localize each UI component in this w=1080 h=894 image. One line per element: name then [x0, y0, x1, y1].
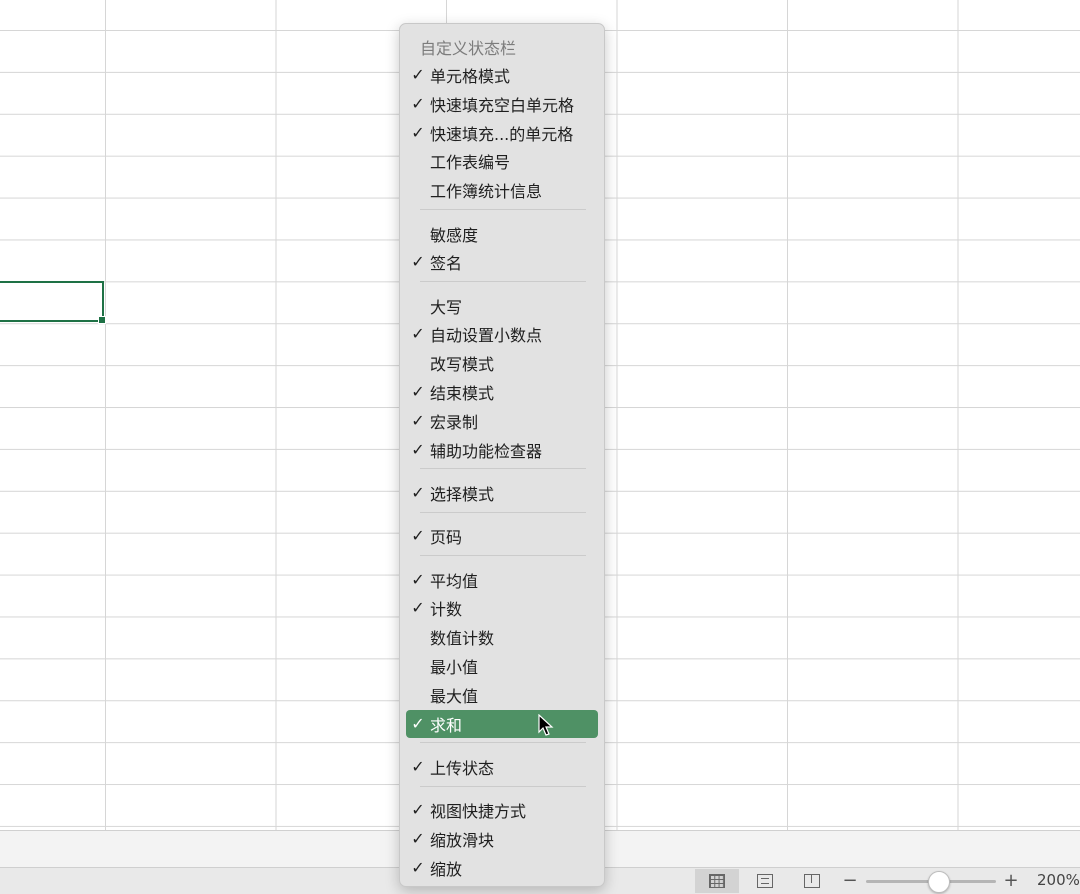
- menu-title: 自定义状态栏: [420, 39, 517, 58]
- menu-item[interactable]: 最大值: [406, 681, 598, 709]
- checkmark-icon: ✓: [411, 93, 425, 113]
- zoom-out-button[interactable]: −: [842, 870, 858, 892]
- mouse-pointer-icon: [538, 714, 554, 736]
- menu-item[interactable]: ✓ 签名: [406, 248, 598, 276]
- checkmark-icon: ✓: [411, 252, 425, 272]
- menu-item-label: 快速填充...的单元格: [430, 124, 574, 144]
- menu-item-label: 缩放: [430, 859, 463, 879]
- menu-item[interactable]: ✓ 计数: [406, 594, 598, 622]
- menu-item[interactable]: ✓ 快速填充空白单元格: [406, 90, 598, 118]
- grid-icon: [709, 874, 725, 888]
- menu-separator: [420, 742, 586, 744]
- menu-item-label: 宏录制: [430, 412, 479, 432]
- normal-view-button[interactable]: [695, 869, 739, 893]
- checkmark-icon: ✓: [411, 828, 425, 848]
- menu-item[interactable]: ✓ 选择模式: [406, 479, 598, 507]
- menu-item[interactable]: ✓ 缩放: [406, 854, 598, 882]
- menu-item-label: 结束模式: [430, 384, 495, 403]
- checkmark-icon: ✓: [411, 122, 425, 142]
- menu-item[interactable]: ✓ 宏录制: [406, 407, 598, 435]
- checkmark-icon: ✓: [411, 800, 425, 820]
- menu-item[interactable]: ✓ 缩放滑块: [406, 825, 598, 853]
- selected-cell[interactable]: [0, 281, 106, 324]
- menu-item-label: 求和: [430, 715, 463, 735]
- customize-status-bar-menu: 自定义状态栏 ✓ 单元格模式 ✓ 快速填充空白单元格 ✓ 快速填充...的单元格 工作表编号…: [399, 23, 605, 887]
- menu-item-label: 工作表编号: [430, 153, 511, 173]
- page-break-icon: [804, 874, 820, 888]
- menu-item-label: 页码: [430, 528, 463, 548]
- menu-item-label: 辅助功能检查器: [430, 441, 543, 461]
- menu-item[interactable]: ✓ 平均值: [406, 566, 598, 594]
- menu-item[interactable]: ✓ 单元格模式: [406, 61, 598, 89]
- checkmark-icon: ✓: [411, 410, 425, 430]
- menu-item[interactable]: 数值计数: [406, 623, 598, 651]
- checkmark-icon: ✓: [411, 65, 425, 84]
- zoom-level[interactable]: 200%: [1037, 871, 1080, 889]
- menu-item[interactable]: 工作簿统计信息: [406, 176, 598, 204]
- menu-item[interactable]: ✓ 辅助功能检查器: [406, 436, 598, 464]
- menu-separator: [420, 468, 586, 470]
- menu-item-label: 快速填充空白单元格: [430, 95, 575, 115]
- checkmark-icon: ✓: [411, 713, 425, 733]
- checkmark-icon: ✓: [411, 439, 425, 459]
- menu-item-label: 视图快捷方式: [430, 802, 527, 822]
- checkmark-icon: ✓: [411, 382, 425, 401]
- menu-separator: [420, 555, 586, 556]
- menu-item-label: 签名: [430, 254, 463, 274]
- menu-separator: [420, 281, 586, 283]
- page-layout-view-button[interactable]: [743, 869, 787, 893]
- menu-item[interactable]: 大写: [406, 292, 598, 320]
- menu-item-label: 数值计数: [430, 629, 495, 649]
- checkmark-icon: ✓: [411, 598, 425, 618]
- menu-item[interactable]: ✓ 快速填充...的单元格: [406, 119, 598, 147]
- menu-item-label: 改写模式: [430, 355, 495, 375]
- menu-item-label: 平均值: [430, 571, 479, 591]
- menu-item-label: 最大值: [430, 686, 479, 706]
- menu-separator: [420, 511, 586, 513]
- page-layout-icon: [757, 874, 773, 888]
- zoom-in-button[interactable]: +: [1003, 870, 1019, 892]
- menu-item-label: 工作簿统计信息: [430, 182, 543, 202]
- menu-item-label: 大写: [430, 297, 463, 317]
- menu-item-label: 单元格模式: [430, 67, 511, 86]
- checkmark-icon: ✓: [411, 857, 425, 877]
- menu-item[interactable]: ✓ 页码: [406, 522, 598, 550]
- checkmark-icon: ✓: [411, 756, 425, 776]
- menu-separator: [420, 209, 586, 210]
- menu-item-label: 自动设置小数点: [430, 326, 543, 346]
- menu-item-label: 计数: [430, 600, 463, 620]
- fill-handle[interactable]: [98, 316, 106, 324]
- menu-item-label: 上传状态: [430, 758, 495, 778]
- checkmark-icon: ✓: [411, 526, 425, 546]
- menu-item-label: 缩放滑块: [430, 830, 495, 850]
- menu-item[interactable]: ✓ 上传状态: [406, 753, 598, 781]
- checkmark-icon: ✓: [411, 324, 425, 344]
- checkmark-icon: ✓: [411, 569, 425, 589]
- menu-item[interactable]: 最小值: [406, 652, 598, 680]
- menu-item[interactable]: ✓ 结束模式: [406, 378, 598, 406]
- menu-item[interactable]: 改写模式: [406, 349, 598, 377]
- page-break-view-button[interactable]: [790, 869, 834, 893]
- menu-separator: [420, 785, 586, 787]
- menu-item-label: 敏感度: [430, 225, 479, 245]
- menu-item[interactable]: ✓ 自动设置小数点: [406, 320, 598, 348]
- menu-item-label: 最小值: [430, 657, 479, 677]
- checkmark-icon: ✓: [411, 482, 425, 502]
- menu-item[interactable]: 工作表编号: [406, 147, 598, 175]
- menu-item[interactable]: 敏感度: [406, 220, 598, 248]
- menu-item[interactable]: ✓ 求和: [406, 709, 598, 738]
- zoom-slider-thumb[interactable]: [927, 871, 950, 893]
- menu-item[interactable]: ✓ 视图快捷方式: [406, 796, 598, 824]
- menu-item-label: 选择模式: [430, 484, 495, 504]
